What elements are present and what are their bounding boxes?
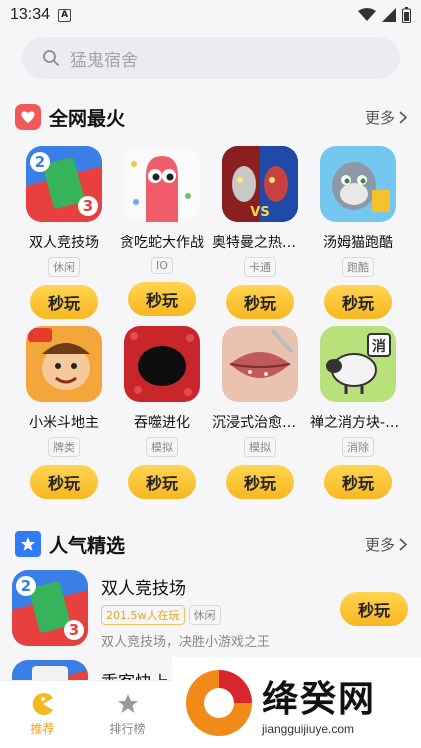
battery-icon [402,7,411,23]
game-card[interactable]: 汤姆猫跑酷 跑酷 秒玩 [309,146,407,319]
game-tag: 牌类 [48,437,80,457]
svg-text:2: 2 [21,577,31,595]
list-item-tags: 201.5w人在玩 休闲 [101,605,270,625]
status-time: 13:34 [10,6,51,23]
game-icon-snake[interactable] [124,146,200,222]
game-tag: IO [151,257,173,274]
game-icon-lips[interactable] [222,326,298,402]
svg-text:消: 消 [372,338,386,355]
game-name: 贪吃蛇大作战 [120,235,204,251]
game-tag: 模拟 [146,437,178,457]
popular-section-title: 人气精选 [49,534,126,557]
svg-text:2: 2 [35,153,45,171]
list-item-info: 双人竞技场 201.5w人在玩 休闲 双人竞技场，决胜小游戏之王 [101,570,270,650]
search-placeholder[interactable]: 猛鬼宿舍 [70,46,138,71]
game-name: 吞噬进化 [134,415,190,431]
game-name: 奥特曼之热血... [212,235,308,251]
genre-tag: 休闲 [188,605,221,625]
game-tag: 模拟 [244,437,276,457]
watermark-url: jiangguijiuye.com [262,721,355,736]
svg-text:VS: VS [250,205,269,220]
hot-more-label: 更多 [364,108,395,127]
search-icon [43,50,59,66]
play-button[interactable]: 秒玩 [128,465,196,499]
game-card[interactable]: 小米斗地主 牌类 秒玩 [15,326,113,499]
svg-text:3: 3 [69,621,79,639]
game-card[interactable]: 贪吃蛇大作战 IO 秒玩 [113,146,211,319]
game-name: 小米斗地主 [29,415,99,431]
game-tag: 休闲 [48,257,80,277]
popular-section-header: 人气精选 更多 [15,529,407,559]
popular-more-link[interactable]: 更多 [365,534,407,555]
popular-more-label: 更多 [364,535,395,554]
game-card[interactable]: 吞噬进化 模拟 秒玩 [113,326,211,499]
nav-item-label: 排行榜 [109,722,146,736]
play-button[interactable]: 秒玩 [226,465,294,499]
watermark-logo-icon [186,669,252,736]
search-bar[interactable]: 猛鬼宿舍 [22,37,400,79]
hot-games-row-2: 小米斗地主 牌类 秒玩 吞噬进化 模拟 秒玩 沉浸式治愈清... 模拟 秒玩 消… [15,326,407,499]
game-card[interactable]: VS 奥特曼之热血... 卡通 秒玩 [211,146,309,319]
game-icon-hole[interactable] [124,326,200,402]
nav-item-label: 推荐 [30,722,55,736]
list-item-name: 双人竞技场 [101,579,186,599]
notification-a-icon: A [58,8,72,22]
play-button[interactable]: 秒玩 [30,465,98,499]
hot-section-title: 全网最火 [49,107,126,130]
game-icon-doudizhu[interactable] [26,326,102,402]
hot-more-link[interactable]: 更多 [365,107,407,128]
play-button[interactable]: 秒玩 [30,285,98,319]
watermark-text: 绛癸网 jiangguijiuye.com [262,670,376,736]
play-button[interactable]: 秒玩 [324,465,392,499]
star-icon [117,694,138,713]
game-tag: 消除 [342,437,374,457]
nav-item-ranking[interactable]: 排行榜 [85,681,170,748]
list-item-description: 双人竞技场，决胜小游戏之王 [101,635,271,650]
heart-icon [15,104,41,130]
play-button[interactable]: 秒玩 [324,285,392,319]
game-icon-tom[interactable] [320,146,396,222]
game-card[interactable]: 沉浸式治愈清... 模拟 秒玩 [211,326,309,499]
game-icon-ultraman[interactable]: VS [222,146,298,222]
hot-games-row-1: 23 双人竞技场 休闲 秒玩 贪吃蛇大作战 IO 秒玩 VS 奥特曼之热血...… [15,146,407,319]
watermark-title: 绛癸网 [262,678,377,720]
game-icon-sheep[interactable]: 消 [320,326,396,402]
svg-text:3: 3 [83,197,93,215]
watermark: 绛癸网 jiangguijiuye.com [172,657,421,748]
nav-item-recommend[interactable]: 推荐 [0,681,85,748]
play-button[interactable]: 秒玩 [226,285,294,319]
chevron-right-icon [399,110,407,124]
game-tag: 跑酷 [342,257,374,277]
star-shield-icon [15,531,41,557]
list-item[interactable]: 23 双人竞技场 201.5w人在玩 休闲 双人竞技场，决胜小游戏之王 秒玩 [12,570,412,650]
players-badge: 201.5w人在玩 [101,605,185,625]
game-name: 禅之消方块-羊... [310,415,406,431]
wifi-icon [358,8,376,21]
game-card[interactable]: 23 双人竞技场 休闲 秒玩 [15,146,113,319]
play-button[interactable]: 秒玩 [340,592,408,626]
signal-icon [382,8,396,22]
game-tag: 卡通 [244,257,276,277]
game-name: 双人竞技场 [29,235,99,251]
hot-section-header: 全网最火 更多 [15,102,407,132]
game-name: 汤姆猫跑酷 [323,235,393,251]
play-button[interactable]: 秒玩 [128,282,196,316]
pacman-icon [32,693,53,715]
game-card[interactable]: 消 禅之消方块-羊... 消除 秒玩 [309,326,407,499]
status-bar: 13:34 A [0,0,421,30]
game-name: 沉浸式治愈清... [212,415,308,431]
game-icon-duel[interactable]: 23 [12,570,88,646]
chevron-right-icon [399,537,407,551]
game-icon-duel[interactable]: 23 [26,146,102,222]
